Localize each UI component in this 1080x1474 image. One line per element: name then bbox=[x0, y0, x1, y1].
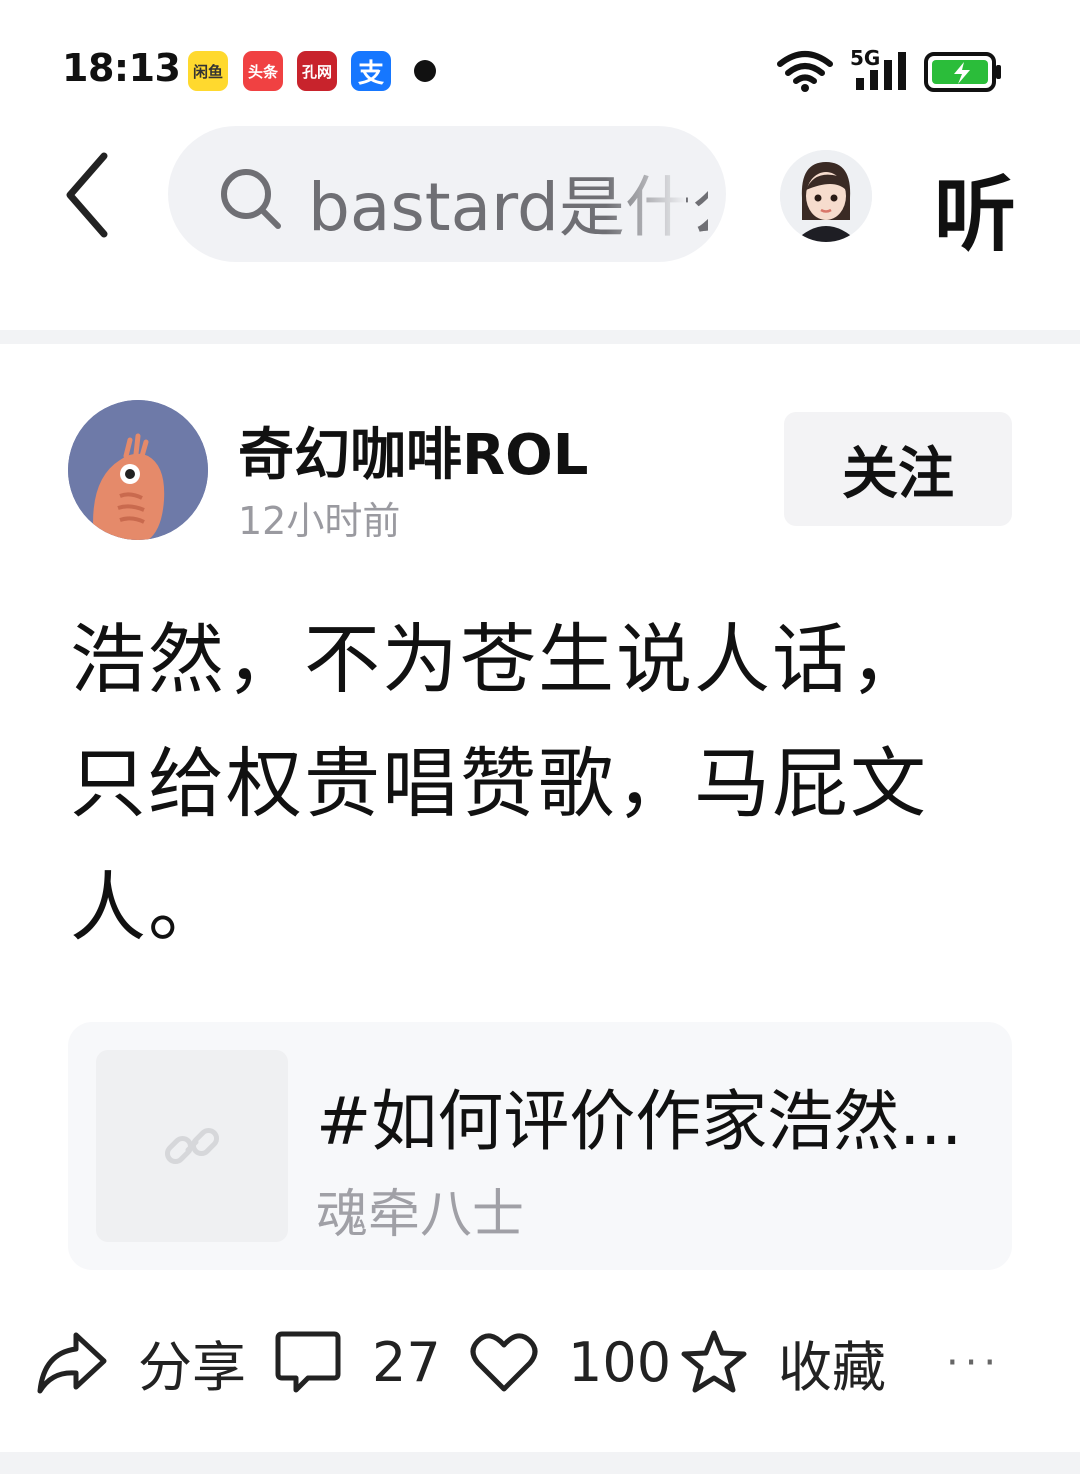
more-options-button[interactable]: ··· bbox=[946, 1340, 1002, 1386]
back-button[interactable] bbox=[52, 148, 122, 242]
author-avatar[interactable] bbox=[68, 400, 208, 540]
toutiao-icon: 头条 bbox=[243, 51, 283, 91]
post-content: 浩然，不为苍生说人话，只给权贵唱赞歌，马屁文人。 bbox=[70, 615, 928, 952]
share-label: 分享 bbox=[138, 1335, 246, 1399]
shrimp-avatar-icon bbox=[68, 400, 208, 540]
share-icon bbox=[37, 1332, 107, 1394]
post-time: 12小时前 bbox=[238, 499, 401, 543]
alipay-icon: 支 bbox=[351, 51, 391, 91]
listen-button[interactable]: 听 bbox=[934, 148, 1016, 267]
like-count: 100 bbox=[568, 1330, 672, 1394]
section-divider bbox=[0, 330, 1080, 344]
like-button[interactable]: 100 bbox=[470, 1322, 671, 1402]
share-button[interactable]: 分享 bbox=[36, 1322, 246, 1402]
linked-question-card[interactable]: #如何评价作家浩然... 魂牵八士 bbox=[68, 1022, 1012, 1270]
kongwang-icon: 孔网 bbox=[297, 51, 337, 91]
favorite-button[interactable]: 收藏 bbox=[680, 1322, 886, 1402]
link-author: 魂牵八士 bbox=[316, 1185, 525, 1245]
signal-icon bbox=[856, 52, 906, 90]
author-name[interactable]: 奇幻咖啡ROL bbox=[238, 410, 588, 491]
heart-icon bbox=[470, 1333, 538, 1392]
comment-icon bbox=[275, 1331, 341, 1393]
star-icon bbox=[681, 1330, 747, 1393]
assistant-avatar[interactable] bbox=[780, 150, 872, 242]
search-icon bbox=[221, 169, 281, 229]
notification-dot-icon bbox=[414, 60, 436, 82]
battery-icon bbox=[924, 52, 1001, 92]
search-fade bbox=[606, 146, 686, 242]
comment-button[interactable]: 27 bbox=[274, 1322, 441, 1402]
assistant-avatar-icon bbox=[780, 150, 872, 242]
favorite-label: 收藏 bbox=[778, 1335, 886, 1399]
comment-count: 27 bbox=[372, 1330, 441, 1394]
search-bar[interactable]: bastard是什么意思 bbox=[168, 126, 726, 262]
link-thumbnail bbox=[96, 1050, 288, 1242]
link-icon bbox=[164, 1127, 220, 1165]
chevron-left-icon bbox=[66, 152, 108, 238]
wifi-icon bbox=[777, 51, 833, 92]
bottom-divider bbox=[0, 1452, 1080, 1474]
link-title: #如何评价作家浩然... bbox=[316, 1083, 963, 1160]
status-time: 18:13 bbox=[62, 46, 181, 90]
fortune-app-icon: 闲鱼 bbox=[188, 51, 228, 91]
follow-button[interactable]: 关注 bbox=[784, 412, 1012, 526]
